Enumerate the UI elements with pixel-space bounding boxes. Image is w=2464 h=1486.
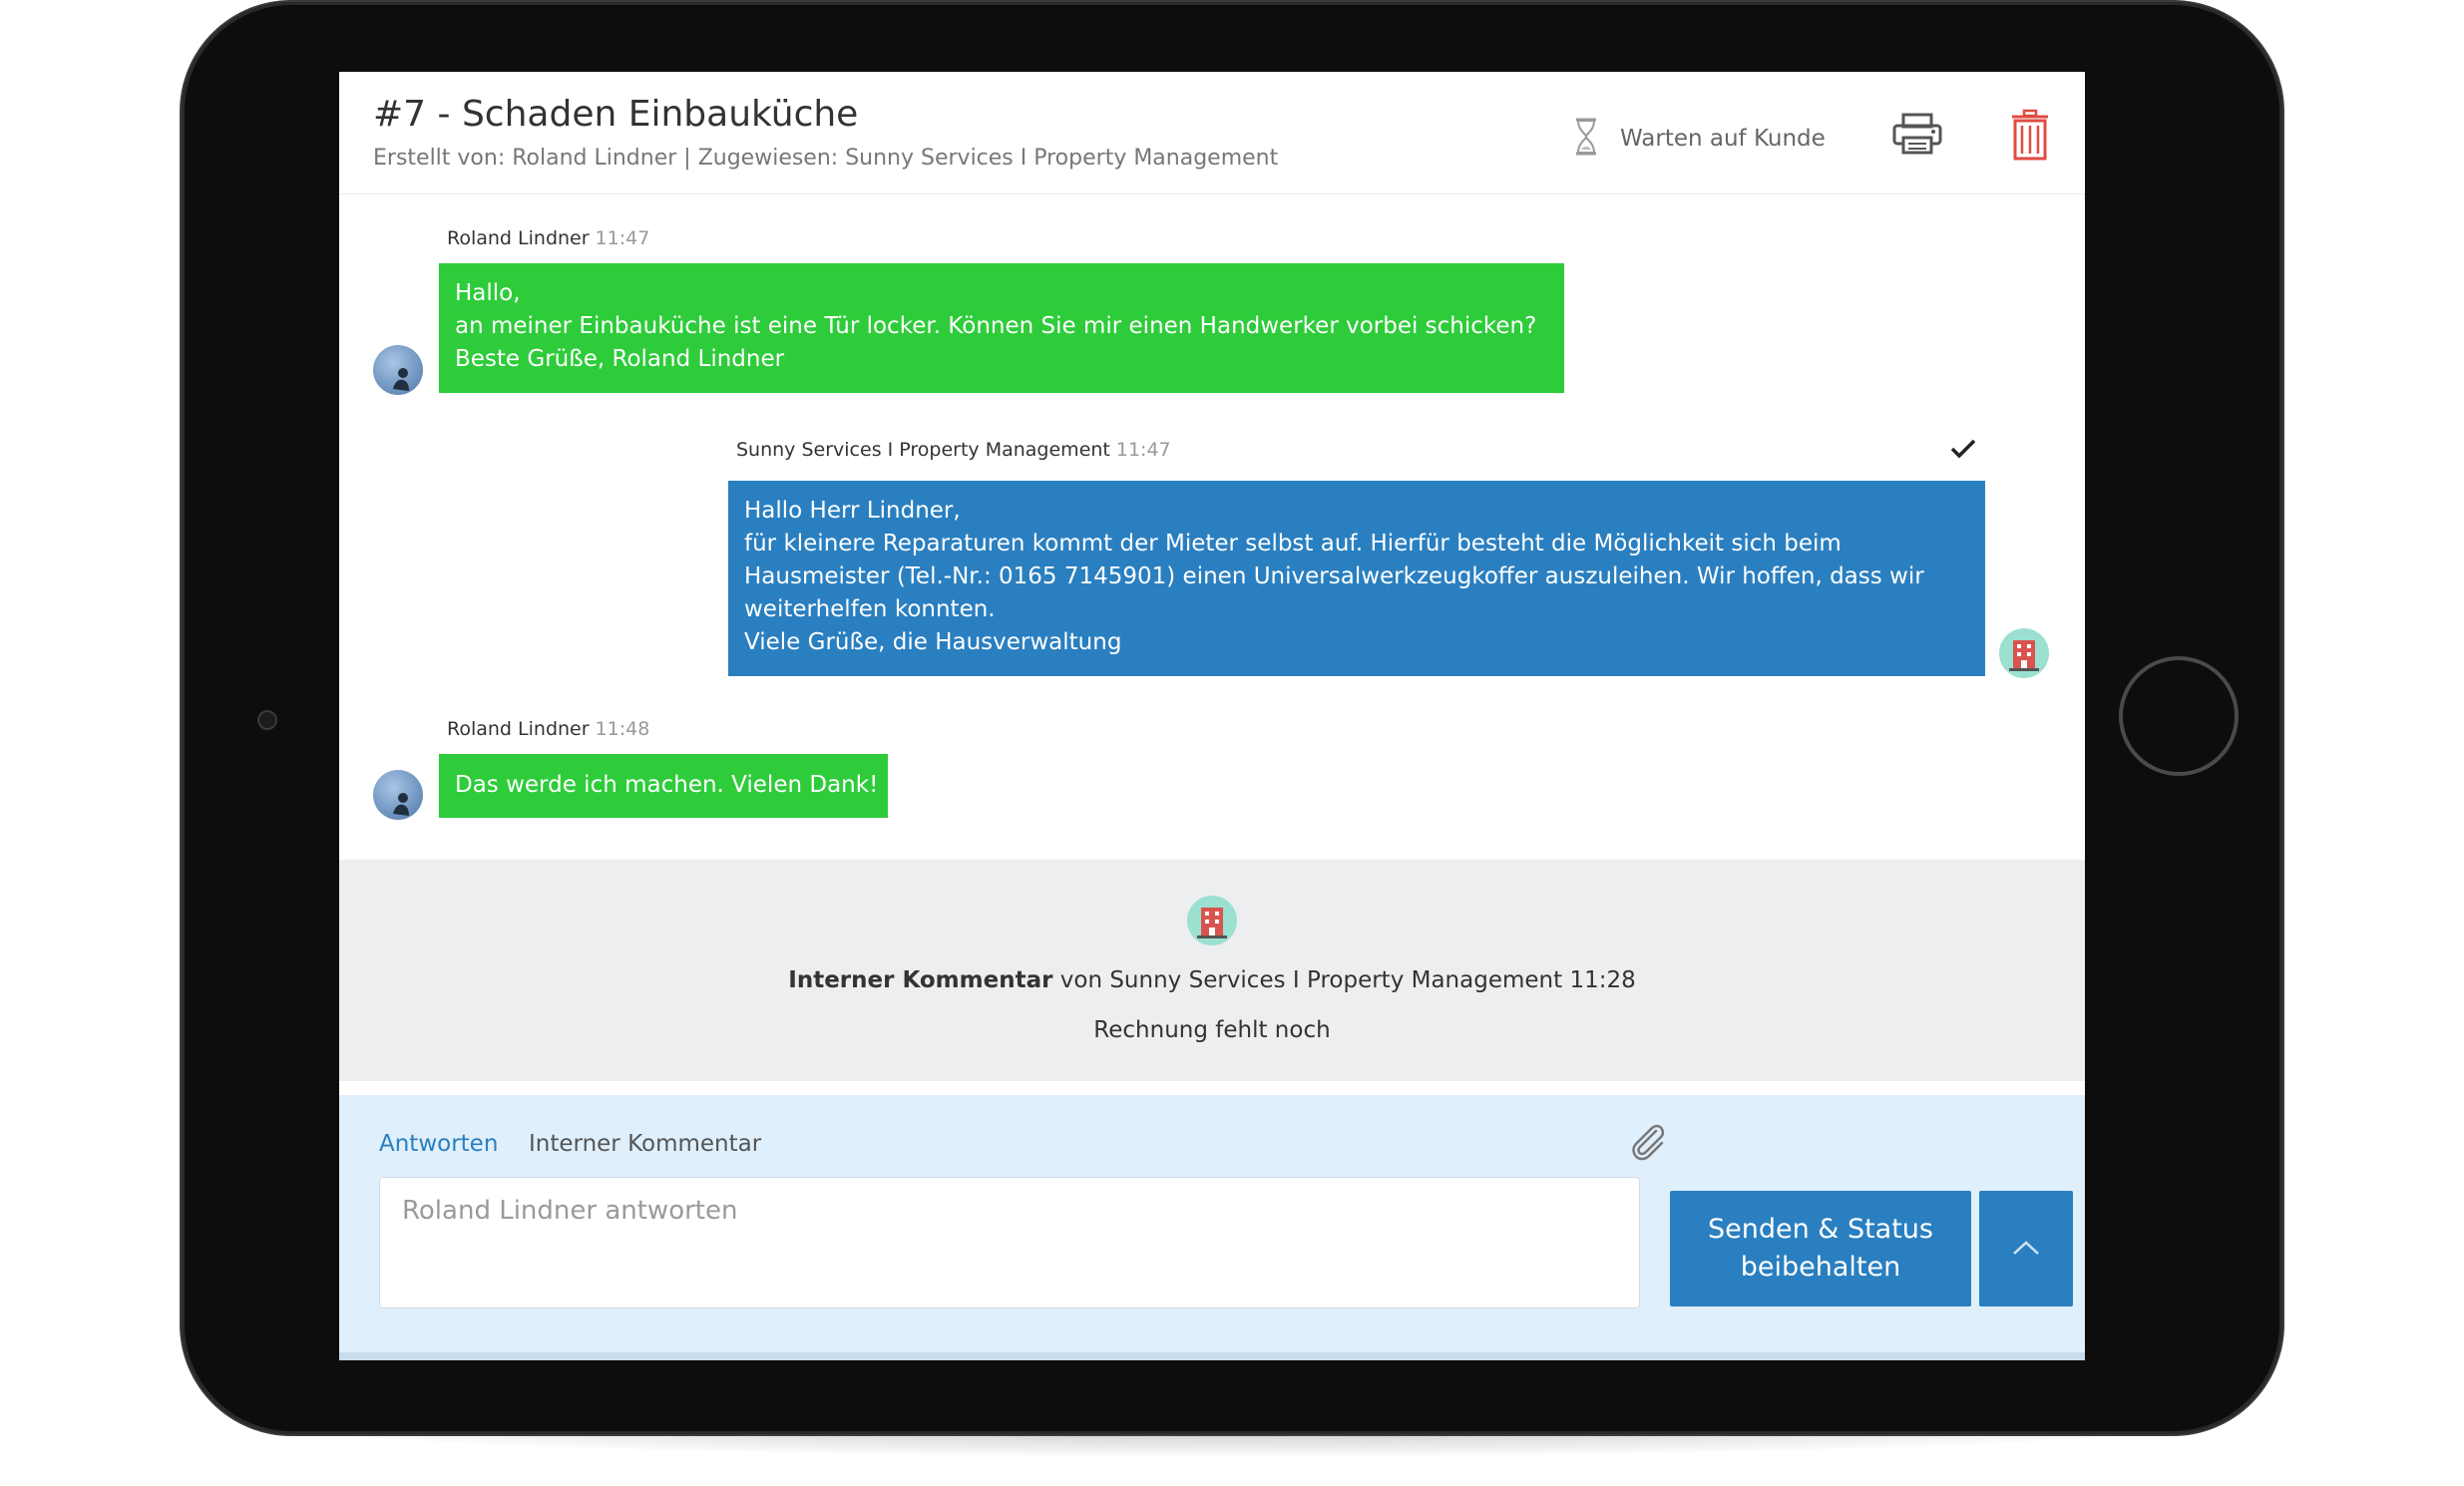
message-bubble: Hallo, an meiner Einbauküche ist eine Tü… <box>439 263 1564 393</box>
avatar <box>1999 628 2049 678</box>
print-button[interactable] <box>1889 112 1945 160</box>
message-line: Beste Grüße, Roland Lindner <box>455 346 785 372</box>
printer-icon <box>1891 112 1943 160</box>
camera-icon <box>257 710 277 730</box>
status-selector[interactable]: Warten auf Kunde <box>1574 118 1826 160</box>
status-label: Warten auf Kunde <box>1620 126 1826 152</box>
ticket-title: #7 - Schaden Einbauküche <box>373 94 859 135</box>
reply-input[interactable] <box>379 1177 1640 1308</box>
send-button-line: beibehalten <box>1740 1252 1901 1283</box>
message-meta: Roland Lindner 11:48 <box>447 718 649 740</box>
internal-comment: Interner Kommentar von Sunny Services I … <box>339 860 2085 1081</box>
reply-panel: Antworten Interner Kommentar Senden & St… <box>339 1095 2085 1360</box>
message-meta: Roland Lindner 11:47 <box>447 227 649 249</box>
internal-comment-label: Interner Kommentar <box>788 967 1053 993</box>
avatar <box>373 345 423 395</box>
message-bubble: Das werde ich machen. Vielen Dank! <box>439 754 888 818</box>
message-line: Das werde ich machen. Vielen Dank! <box>455 772 879 798</box>
message-bubble: Hallo Herr Lindner, für kleinere Reparat… <box>728 481 1985 676</box>
read-check-icon <box>1949 437 1977 461</box>
message-line: weiterhelfen konnten. <box>744 596 996 622</box>
avatar <box>1187 896 1237 945</box>
attachment-button[interactable] <box>1626 1121 1670 1165</box>
internal-comment-text: Rechnung fehlt noch <box>1093 1017 1331 1043</box>
tab-internal-comment[interactable]: Interner Kommentar <box>529 1131 761 1157</box>
message-time: 11:47 <box>595 227 650 249</box>
home-button[interactable] <box>2119 656 2239 776</box>
message-sender: Roland Lindner <box>447 227 590 249</box>
reply-panel-edge <box>339 1352 2085 1360</box>
send-keep-status-button[interactable]: Senden & Status beibehalten <box>1670 1191 1971 1306</box>
tab-reply[interactable]: Antworten <box>379 1131 498 1157</box>
message-time: 11:48 <box>595 718 650 740</box>
message-line: Viele Grüße, die Hausverwaltung <box>744 629 1122 655</box>
trash-icon <box>2010 109 2050 165</box>
message-line: Hallo, <box>455 280 521 306</box>
send-button-line: Senden & Status <box>1708 1214 1933 1245</box>
hourglass-icon <box>1574 118 1598 160</box>
internal-comment-header: Interner Kommentar von Sunny Services I … <box>339 967 2085 993</box>
device-stage: #7 - Schaden Einbauküche Erstellt von: R… <box>0 0 2464 1486</box>
ticket-screen: #7 - Schaden Einbauküche Erstellt von: R… <box>339 72 2085 1360</box>
message-sender: Roland Lindner <box>447 718 590 740</box>
avatar <box>373 770 423 820</box>
message-meta: Sunny Services I Property Management 11:4… <box>736 439 1171 461</box>
message-line: Hallo Herr Lindner, <box>744 498 961 524</box>
message-sender: Sunny Services I Property Management <box>736 439 1110 461</box>
send-button-label: Senden & Status beibehalten <box>1691 1211 1950 1287</box>
send-options-button[interactable] <box>1979 1191 2073 1306</box>
internal-comment-author: von Sunny Services I Property Management… <box>1059 967 1636 993</box>
ticket-header: #7 - Schaden Einbauküche Erstellt von: R… <box>339 72 2085 194</box>
message-time: 11:47 <box>1115 439 1171 461</box>
paperclip-icon <box>1626 1124 1670 1169</box>
message-line: Hausmeister (Tel.-Nr.: 0165 7145901) ein… <box>744 563 1924 589</box>
message-line: für kleinere Reparaturen kommt der Miete… <box>744 531 1842 557</box>
message-line: an meiner Einbauküche ist eine Tür locke… <box>455 313 1537 339</box>
chevron-up-icon <box>2011 1239 2041 1260</box>
delete-button[interactable] <box>2005 108 2055 166</box>
ticket-subtitle: Erstellt von: Roland Lindner | Zugewiese… <box>373 146 1279 171</box>
